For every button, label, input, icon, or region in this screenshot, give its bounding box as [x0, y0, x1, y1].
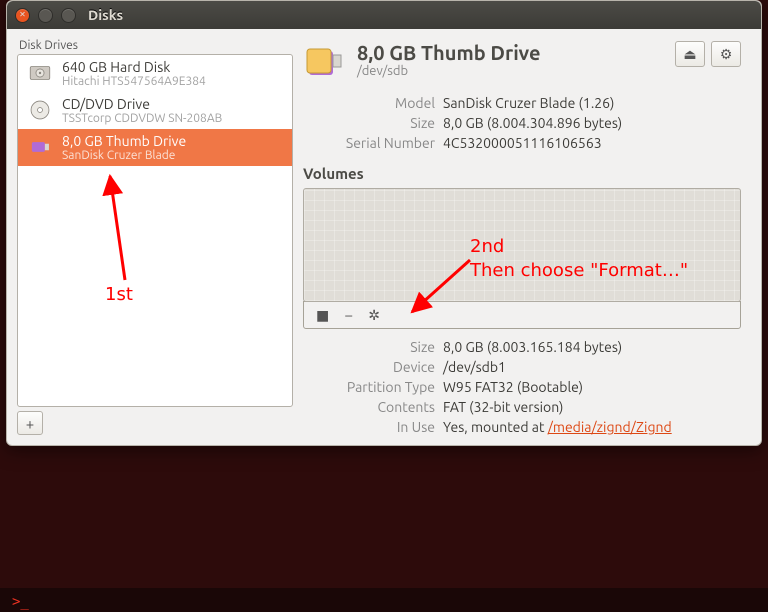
eject-button[interactable]: ⏏ [675, 41, 705, 67]
value-vol-device: /dev/sdb1 [443, 359, 741, 375]
label-partition-type: Partition Type [303, 379, 435, 395]
volume-delete-button[interactable]: – [345, 307, 352, 323]
terminal-prompt: >_ [12, 594, 29, 610]
thumb-drive-icon [26, 133, 54, 161]
label-vol-size: Size [303, 339, 435, 355]
eject-icon: ⏏ [683, 46, 696, 63]
gear-icon: ⚙ [720, 46, 733, 63]
value-partition-type: W95 FAT32 (Bootable) [443, 379, 741, 395]
volume-stop-button[interactable]: ■ [316, 307, 329, 324]
detail-device-path: /dev/sdb [357, 64, 541, 78]
drive-item-sublabel: Hitachi HTS547564A9E384 [62, 75, 206, 88]
window-title: Disks [88, 7, 123, 23]
window-maximize-button[interactable] [61, 8, 76, 23]
window-close-button[interactable]: ✕ [15, 8, 30, 23]
value-serial: 4C532000051116106563 [443, 135, 741, 151]
label-serial: Serial Number [303, 135, 435, 151]
value-in-use: Yes, mounted at /media/zignd/Zignd [443, 419, 741, 435]
thumb-drive-icon-large [303, 41, 347, 85]
titlebar[interactable]: ✕ Disks [7, 1, 761, 29]
optical-drive-icon [26, 96, 54, 124]
value-model: SanDisk Cruzer Blade (1.26) [443, 95, 741, 111]
mount-point-link[interactable]: /media/zignd/Zignd [548, 419, 672, 435]
drive-item-sublabel: TSSTcorp CDDVDW SN-208AB [62, 112, 222, 125]
disks-window: ✕ Disks Disk Drives 640 GB Hard Disk Hit… [6, 0, 762, 446]
value-vol-size: 8,0 GB (8.003.165.184 bytes) [443, 339, 741, 355]
label-in-use: In Use [303, 419, 435, 435]
drive-list-heading: Disk Drives [17, 39, 293, 54]
value-size: 8,0 GB (8.004.304.896 bytes) [443, 115, 741, 131]
drive-item-label: 640 GB Hard Disk [62, 59, 206, 75]
drive-item-sublabel: SanDisk Cruzer Blade [62, 149, 186, 162]
detail-title: 8,0 GB Thumb Drive [357, 41, 541, 64]
desktop-taskbar [0, 588, 768, 612]
hdd-icon [26, 59, 54, 87]
window-minimize-button[interactable] [38, 8, 53, 23]
drive-item-thumb[interactable]: 8,0 GB Thumb Drive SanDisk Cruzer Blade [18, 129, 292, 166]
volumes-heading: Volumes [303, 165, 741, 182]
plus-icon: + [26, 415, 34, 432]
add-drive-button[interactable]: + [17, 411, 43, 435]
drive-list: 640 GB Hard Disk Hitachi HTS547564A9E384… [17, 54, 293, 407]
label-size: Size [303, 115, 435, 131]
volume-options-button[interactable]: ✲ [368, 307, 380, 324]
value-contents: FAT (32-bit version) [443, 399, 741, 415]
drive-item-label: CD/DVD Drive [62, 96, 222, 112]
label-contents: Contents [303, 399, 435, 415]
label-model: Model [303, 95, 435, 111]
volumes-map[interactable] [303, 188, 741, 302]
drive-item-optical[interactable]: CD/DVD Drive TSSTcorp CDDVDW SN-208AB [18, 92, 292, 129]
drive-item-hdd[interactable]: 640 GB Hard Disk Hitachi HTS547564A9E384 [18, 55, 292, 92]
label-vol-device: Device [303, 359, 435, 375]
volume-toolbar: ■ – ✲ [303, 301, 741, 329]
drive-options-button[interactable]: ⚙ [711, 41, 741, 67]
drive-item-label: 8,0 GB Thumb Drive [62, 133, 186, 149]
inuse-prefix: Yes, mounted at [443, 419, 548, 435]
